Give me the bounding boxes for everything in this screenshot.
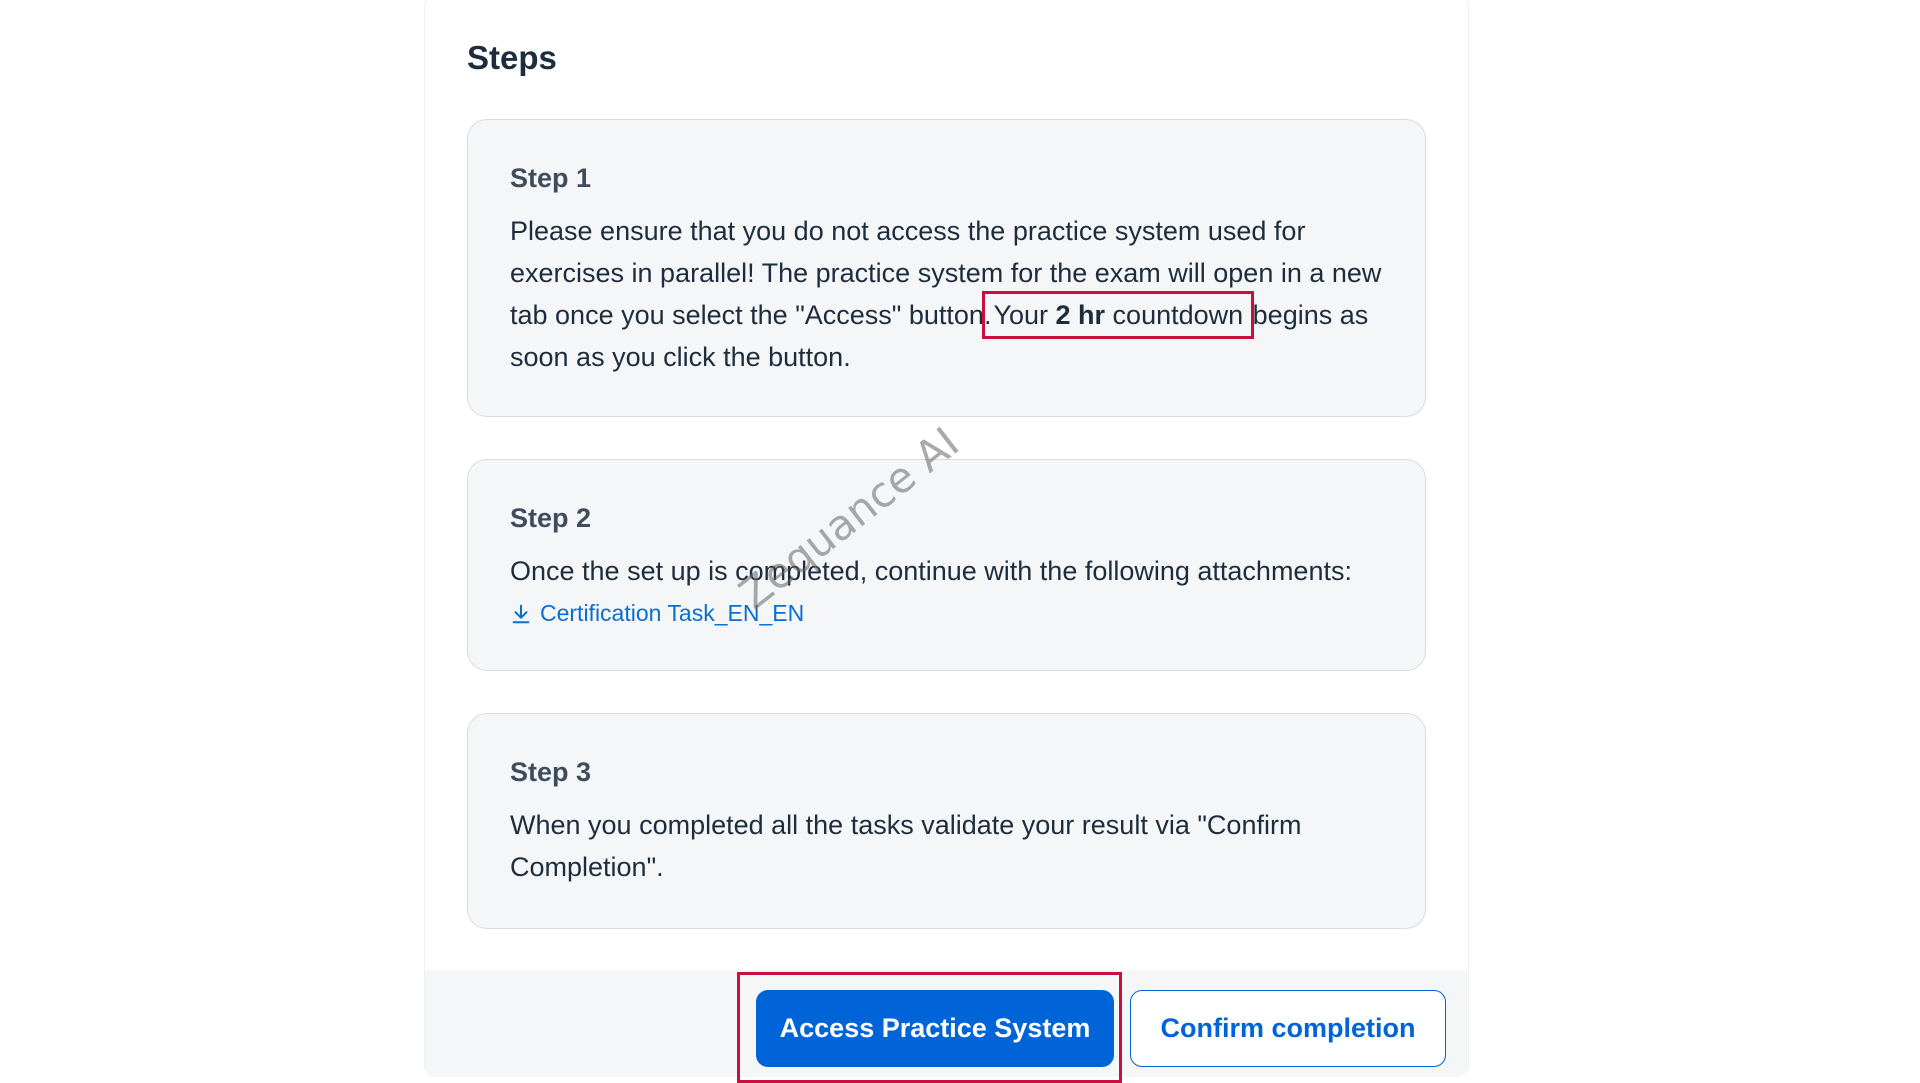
download-icon (512, 604, 530, 623)
step-title: Step 2 (510, 503, 592, 533)
step-card-3: Step 3 When you completed all the tasks … (467, 713, 1426, 929)
step-card-2: Step 2 Once the set up is completed, con… (467, 459, 1426, 671)
footer-actions: Access Practice System Confirm completio… (425, 970, 1468, 1083)
step-title: Step 1 (510, 163, 592, 193)
steps-panel: Steps Step 1 Please ensure that you do n… (424, 0, 1469, 1083)
confirm-completion-button[interactable]: Confirm completion (1130, 990, 1446, 1067)
countdown-prefix: Your (993, 300, 1056, 330)
step-title: Step 3 (510, 757, 592, 787)
attachment-link[interactable]: Certification Task_EN_EN (510, 600, 804, 627)
countdown-suffix: countdown (1105, 300, 1244, 330)
step-body: Please ensure that you do not access the… (510, 210, 1383, 378)
step-card-1: Step 1 Please ensure that you do not acc… (467, 119, 1426, 417)
step-body: When you completed all the tasks validat… (510, 810, 1302, 882)
countdown-highlight: Your 2 hr countdown (982, 291, 1255, 339)
attachment-label: Certification Task_EN_EN (540, 600, 805, 626)
countdown-duration: 2 hr (1055, 300, 1106, 330)
step-body: Once the set up is completed, continue w… (510, 556, 1352, 586)
section-title: Steps (467, 39, 557, 76)
access-practice-system-button[interactable]: Access Practice System (756, 990, 1114, 1067)
